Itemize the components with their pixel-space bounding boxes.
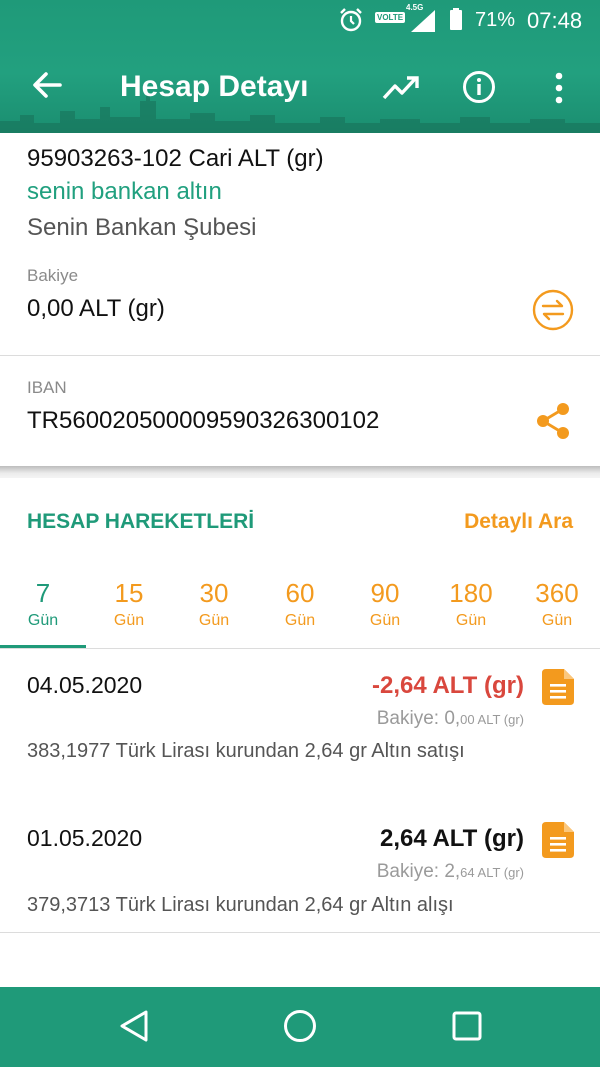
- tab-30-days[interactable]: 30 Gün: [171, 578, 257, 648]
- transaction-amount: -2,64 ALT (gr): [371, 672, 524, 699]
- document-icon[interactable]: [542, 669, 574, 705]
- battery-percent: 71%: [475, 9, 516, 31]
- tab-7-days[interactable]: 7 Gün: [0, 578, 86, 648]
- tab-unit: Gün: [541, 612, 573, 629]
- transaction-balance: Bakiye: 2,64 ALT (gr): [377, 861, 524, 883]
- tab-15-days[interactable]: 15 Gün: [86, 578, 172, 648]
- system-nav-bar: [0, 987, 600, 1067]
- balance-label: Bakiye: [27, 266, 79, 285]
- tab-180-days[interactable]: 180 Gün: [428, 578, 514, 648]
- divider: [0, 648, 600, 649]
- status-bar: VOLTE 4.5G 71% 07:48: [0, 0, 600, 40]
- volte-label: VOLTE: [375, 12, 406, 23]
- transfer-icon[interactable]: [532, 289, 574, 331]
- tab-value: 90: [370, 578, 400, 608]
- tab-unit: Gün: [113, 612, 145, 629]
- iban-label: IBAN: [27, 378, 67, 397]
- divider: [0, 355, 600, 356]
- detail-search-link[interactable]: Detaylı Ara: [464, 510, 573, 534]
- transaction-balance: Bakiye: 0,00 ALT (gr): [377, 708, 524, 730]
- balance-prefix: Bakiye: 2,: [376, 861, 461, 882]
- tab-value: 180: [449, 578, 493, 608]
- divider: [0, 932, 600, 933]
- tab-value: 360: [535, 578, 579, 608]
- balance-rest: 00 ALT (gr): [460, 712, 524, 727]
- balance-value: 0,00 ALT (gr): [27, 295, 165, 322]
- balance-rest: 64 ALT (gr): [460, 865, 524, 880]
- tab-value: 7: [35, 578, 51, 608]
- back-arrow-icon[interactable]: [30, 68, 64, 102]
- tab-unit: Gün: [455, 612, 487, 629]
- toolbar: Hesap Detayı: [0, 58, 600, 118]
- battery-icon: [450, 8, 462, 30]
- page-title: Hesap Detayı: [120, 70, 309, 103]
- section-separator: [0, 466, 600, 478]
- nav-home-icon[interactable]: [283, 1009, 317, 1043]
- section-title: HESAP HAREKETLERİ: [27, 510, 255, 533]
- balance-prefix: Bakiye: 0,: [376, 708, 461, 729]
- tab-unit: Gün: [198, 612, 230, 629]
- info-icon[interactable]: [462, 70, 496, 104]
- share-icon[interactable]: [535, 402, 571, 440]
- transaction-amount: 2,64 ALT (gr): [379, 825, 524, 852]
- tab-value: 15: [114, 578, 144, 608]
- account-branch: Senin Bankan Şubesi: [27, 214, 257, 241]
- more-vert-icon[interactable]: [552, 72, 566, 104]
- tab-value: 30: [199, 578, 229, 608]
- status-time: 07:48: [527, 8, 583, 33]
- tab-unit: Gün: [284, 612, 316, 629]
- tab-360-days[interactable]: 360 Gün: [514, 578, 600, 648]
- tab-60-days[interactable]: 60 Gün: [257, 578, 343, 648]
- tab-unit: Gün: [369, 612, 401, 629]
- alarm-icon: [340, 8, 362, 32]
- transaction-date: 01.05.2020: [27, 825, 143, 851]
- signal-icon: [411, 10, 435, 32]
- app-header: VOLTE 4.5G 71% 07:48 Hesap Detayı: [0, 0, 600, 133]
- document-icon[interactable]: [542, 822, 574, 858]
- account-name: 95903263-102 Cari ALT (gr): [27, 145, 324, 172]
- tab-value: 60: [285, 578, 315, 608]
- transaction-date: 04.05.2020: [27, 672, 143, 698]
- nav-back-icon[interactable]: [118, 1009, 150, 1043]
- iban-value: TR560020500009590326300102: [27, 407, 380, 434]
- account-type: senin bankan altın: [27, 178, 222, 205]
- trending-icon[interactable]: [382, 72, 420, 102]
- tab-unit: Gün: [27, 612, 59, 629]
- transaction-description: 383,1977 Türk Lirası kurundan 2,64 gr Al…: [27, 740, 465, 762]
- transaction-description: 379,3713 Türk Lirası kurundan 2,64 gr Al…: [27, 894, 454, 916]
- nav-recent-apps-icon[interactable]: [452, 1011, 482, 1041]
- tab-90-days[interactable]: 90 Gün: [342, 578, 428, 648]
